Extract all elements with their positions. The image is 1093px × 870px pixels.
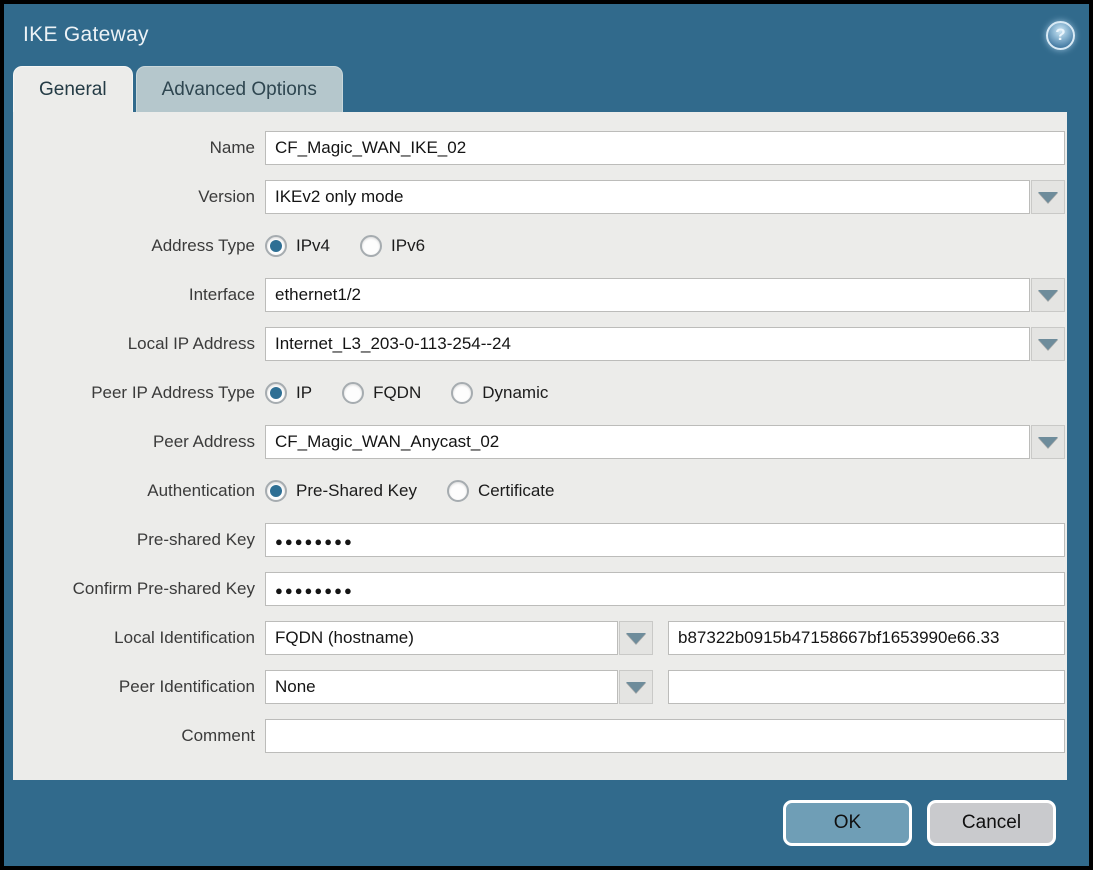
radio-unselected-icon[interactable]	[447, 480, 469, 502]
tab-advanced-options[interactable]: Advanced Options	[136, 66, 343, 112]
radio-label: IPv6	[391, 236, 425, 256]
radio-unselected-icon[interactable]	[451, 382, 473, 404]
tab-general[interactable]: General	[13, 66, 133, 112]
row-peer-address: Peer Address CF_Magic_WAN_Anycast_02	[13, 425, 1065, 459]
radio-option-ipv4[interactable]: IPv4	[265, 235, 330, 257]
comment-label: Comment	[13, 726, 255, 746]
radio-label: IP	[296, 383, 312, 403]
chevron-down-icon	[1038, 339, 1058, 350]
cancel-button[interactable]: Cancel	[927, 800, 1056, 846]
name-label: Name	[13, 138, 255, 158]
confirm-pre-shared-key-input[interactable]	[265, 572, 1065, 606]
interface-dropdown-button[interactable]	[1031, 278, 1065, 312]
row-address-type: Address Type IPv4 IPv6	[13, 229, 1065, 263]
peer-address-dropdown-button[interactable]	[1031, 425, 1065, 459]
chevron-down-icon	[1038, 192, 1058, 203]
peer-identification-label: Peer Identification	[13, 677, 255, 697]
chevron-down-icon	[1038, 290, 1058, 301]
radio-option-dynamic[interactable]: Dynamic	[451, 382, 548, 404]
help-icon[interactable]: ?	[1046, 21, 1075, 50]
confirm-pre-shared-key-label: Confirm Pre-shared Key	[13, 579, 255, 599]
chevron-down-icon	[1038, 437, 1058, 448]
authentication-label: Authentication	[13, 481, 255, 501]
ok-button[interactable]: OK	[783, 800, 912, 846]
version-dropdown-value[interactable]: IKEv2 only mode	[265, 180, 1030, 214]
local-identification-dropdown-button[interactable]	[619, 621, 653, 655]
radio-label: Pre-Shared Key	[296, 481, 417, 501]
local-ip-dropdown-value[interactable]: Internet_L3_203-0-113-254--24	[265, 327, 1030, 361]
radio-selected-icon[interactable]	[265, 480, 287, 502]
comment-input[interactable]	[265, 719, 1065, 753]
dialog-footer: OK Cancel	[4, 780, 1089, 866]
chevron-down-icon	[626, 682, 646, 693]
local-ip-dropdown-button[interactable]	[1031, 327, 1065, 361]
dialog-titlebar: IKE Gateway ?	[4, 4, 1089, 66]
row-interface: Interface ethernet1/2	[13, 278, 1065, 312]
authentication-radio-group: Pre-Shared Key Certificate	[265, 480, 554, 502]
version-label: Version	[13, 187, 255, 207]
row-comment: Comment	[13, 719, 1065, 753]
radio-option-pre-shared-key[interactable]: Pre-Shared Key	[265, 480, 417, 502]
row-local-ip-address: Local IP Address Internet_L3_203-0-113-2…	[13, 327, 1065, 361]
row-confirm-pre-shared-key: Confirm Pre-shared Key	[13, 572, 1065, 606]
radio-unselected-icon[interactable]	[360, 235, 382, 257]
radio-selected-icon[interactable]	[265, 235, 287, 257]
peer-ip-address-type-label: Peer IP Address Type	[13, 383, 255, 403]
address-type-label: Address Type	[13, 236, 255, 256]
peer-identification-type-value[interactable]: None	[265, 670, 618, 704]
row-version: Version IKEv2 only mode	[13, 180, 1065, 214]
interface-dropdown: ethernet1/2	[265, 278, 1065, 312]
radio-selected-icon[interactable]	[265, 382, 287, 404]
local-identification-type-value[interactable]: FQDN (hostname)	[265, 621, 618, 655]
version-dropdown-button[interactable]	[1031, 180, 1065, 214]
peer-ip-type-radio-group: IP FQDN Dynamic	[265, 382, 548, 404]
radio-label: IPv4	[296, 236, 330, 256]
tab-bar: General Advanced Options	[4, 66, 1089, 112]
dialog-title: IKE Gateway	[23, 23, 149, 47]
radio-option-ipv6[interactable]: IPv6	[360, 235, 425, 257]
row-peer-ip-address-type: Peer IP Address Type IP FQDN Dynamic	[13, 376, 1065, 410]
ike-gateway-dialog: IKE Gateway ? General Advanced Options N…	[0, 0, 1093, 870]
address-type-radio-group: IPv4 IPv6	[265, 235, 425, 257]
local-identification-value-input[interactable]	[668, 621, 1065, 655]
radio-option-ip[interactable]: IP	[265, 382, 312, 404]
radio-option-certificate[interactable]: Certificate	[447, 480, 555, 502]
local-ip-dropdown: Internet_L3_203-0-113-254--24	[265, 327, 1065, 361]
chevron-down-icon	[626, 633, 646, 644]
radio-label: FQDN	[373, 383, 421, 403]
row-pre-shared-key: Pre-shared Key	[13, 523, 1065, 557]
pre-shared-key-input[interactable]	[265, 523, 1065, 557]
peer-address-dropdown-value[interactable]: CF_Magic_WAN_Anycast_02	[265, 425, 1030, 459]
peer-identification-value-input[interactable]	[668, 670, 1065, 704]
local-identification-label: Local Identification	[13, 628, 255, 648]
radio-label: Certificate	[478, 481, 555, 501]
pre-shared-key-label: Pre-shared Key	[13, 530, 255, 550]
peer-identification-type-dropdown: None	[265, 670, 653, 704]
local-ip-address-label: Local IP Address	[13, 334, 255, 354]
general-tab-panel: Name Version IKEv2 only mode Address Typ…	[13, 112, 1067, 780]
row-name: Name	[13, 131, 1065, 165]
row-local-identification: Local Identification FQDN (hostname)	[13, 621, 1065, 655]
name-input[interactable]	[265, 131, 1065, 165]
row-authentication: Authentication Pre-Shared Key Certificat…	[13, 474, 1065, 508]
interface-dropdown-value[interactable]: ethernet1/2	[265, 278, 1030, 312]
interface-label: Interface	[13, 285, 255, 305]
row-peer-identification: Peer Identification None	[13, 670, 1065, 704]
local-identification-type-dropdown: FQDN (hostname)	[265, 621, 653, 655]
peer-identification-dropdown-button[interactable]	[619, 670, 653, 704]
version-dropdown: IKEv2 only mode	[265, 180, 1065, 214]
radio-unselected-icon[interactable]	[342, 382, 364, 404]
peer-address-dropdown: CF_Magic_WAN_Anycast_02	[265, 425, 1065, 459]
radio-label: Dynamic	[482, 383, 548, 403]
radio-option-fqdn[interactable]: FQDN	[342, 382, 421, 404]
peer-address-label: Peer Address	[13, 432, 255, 452]
